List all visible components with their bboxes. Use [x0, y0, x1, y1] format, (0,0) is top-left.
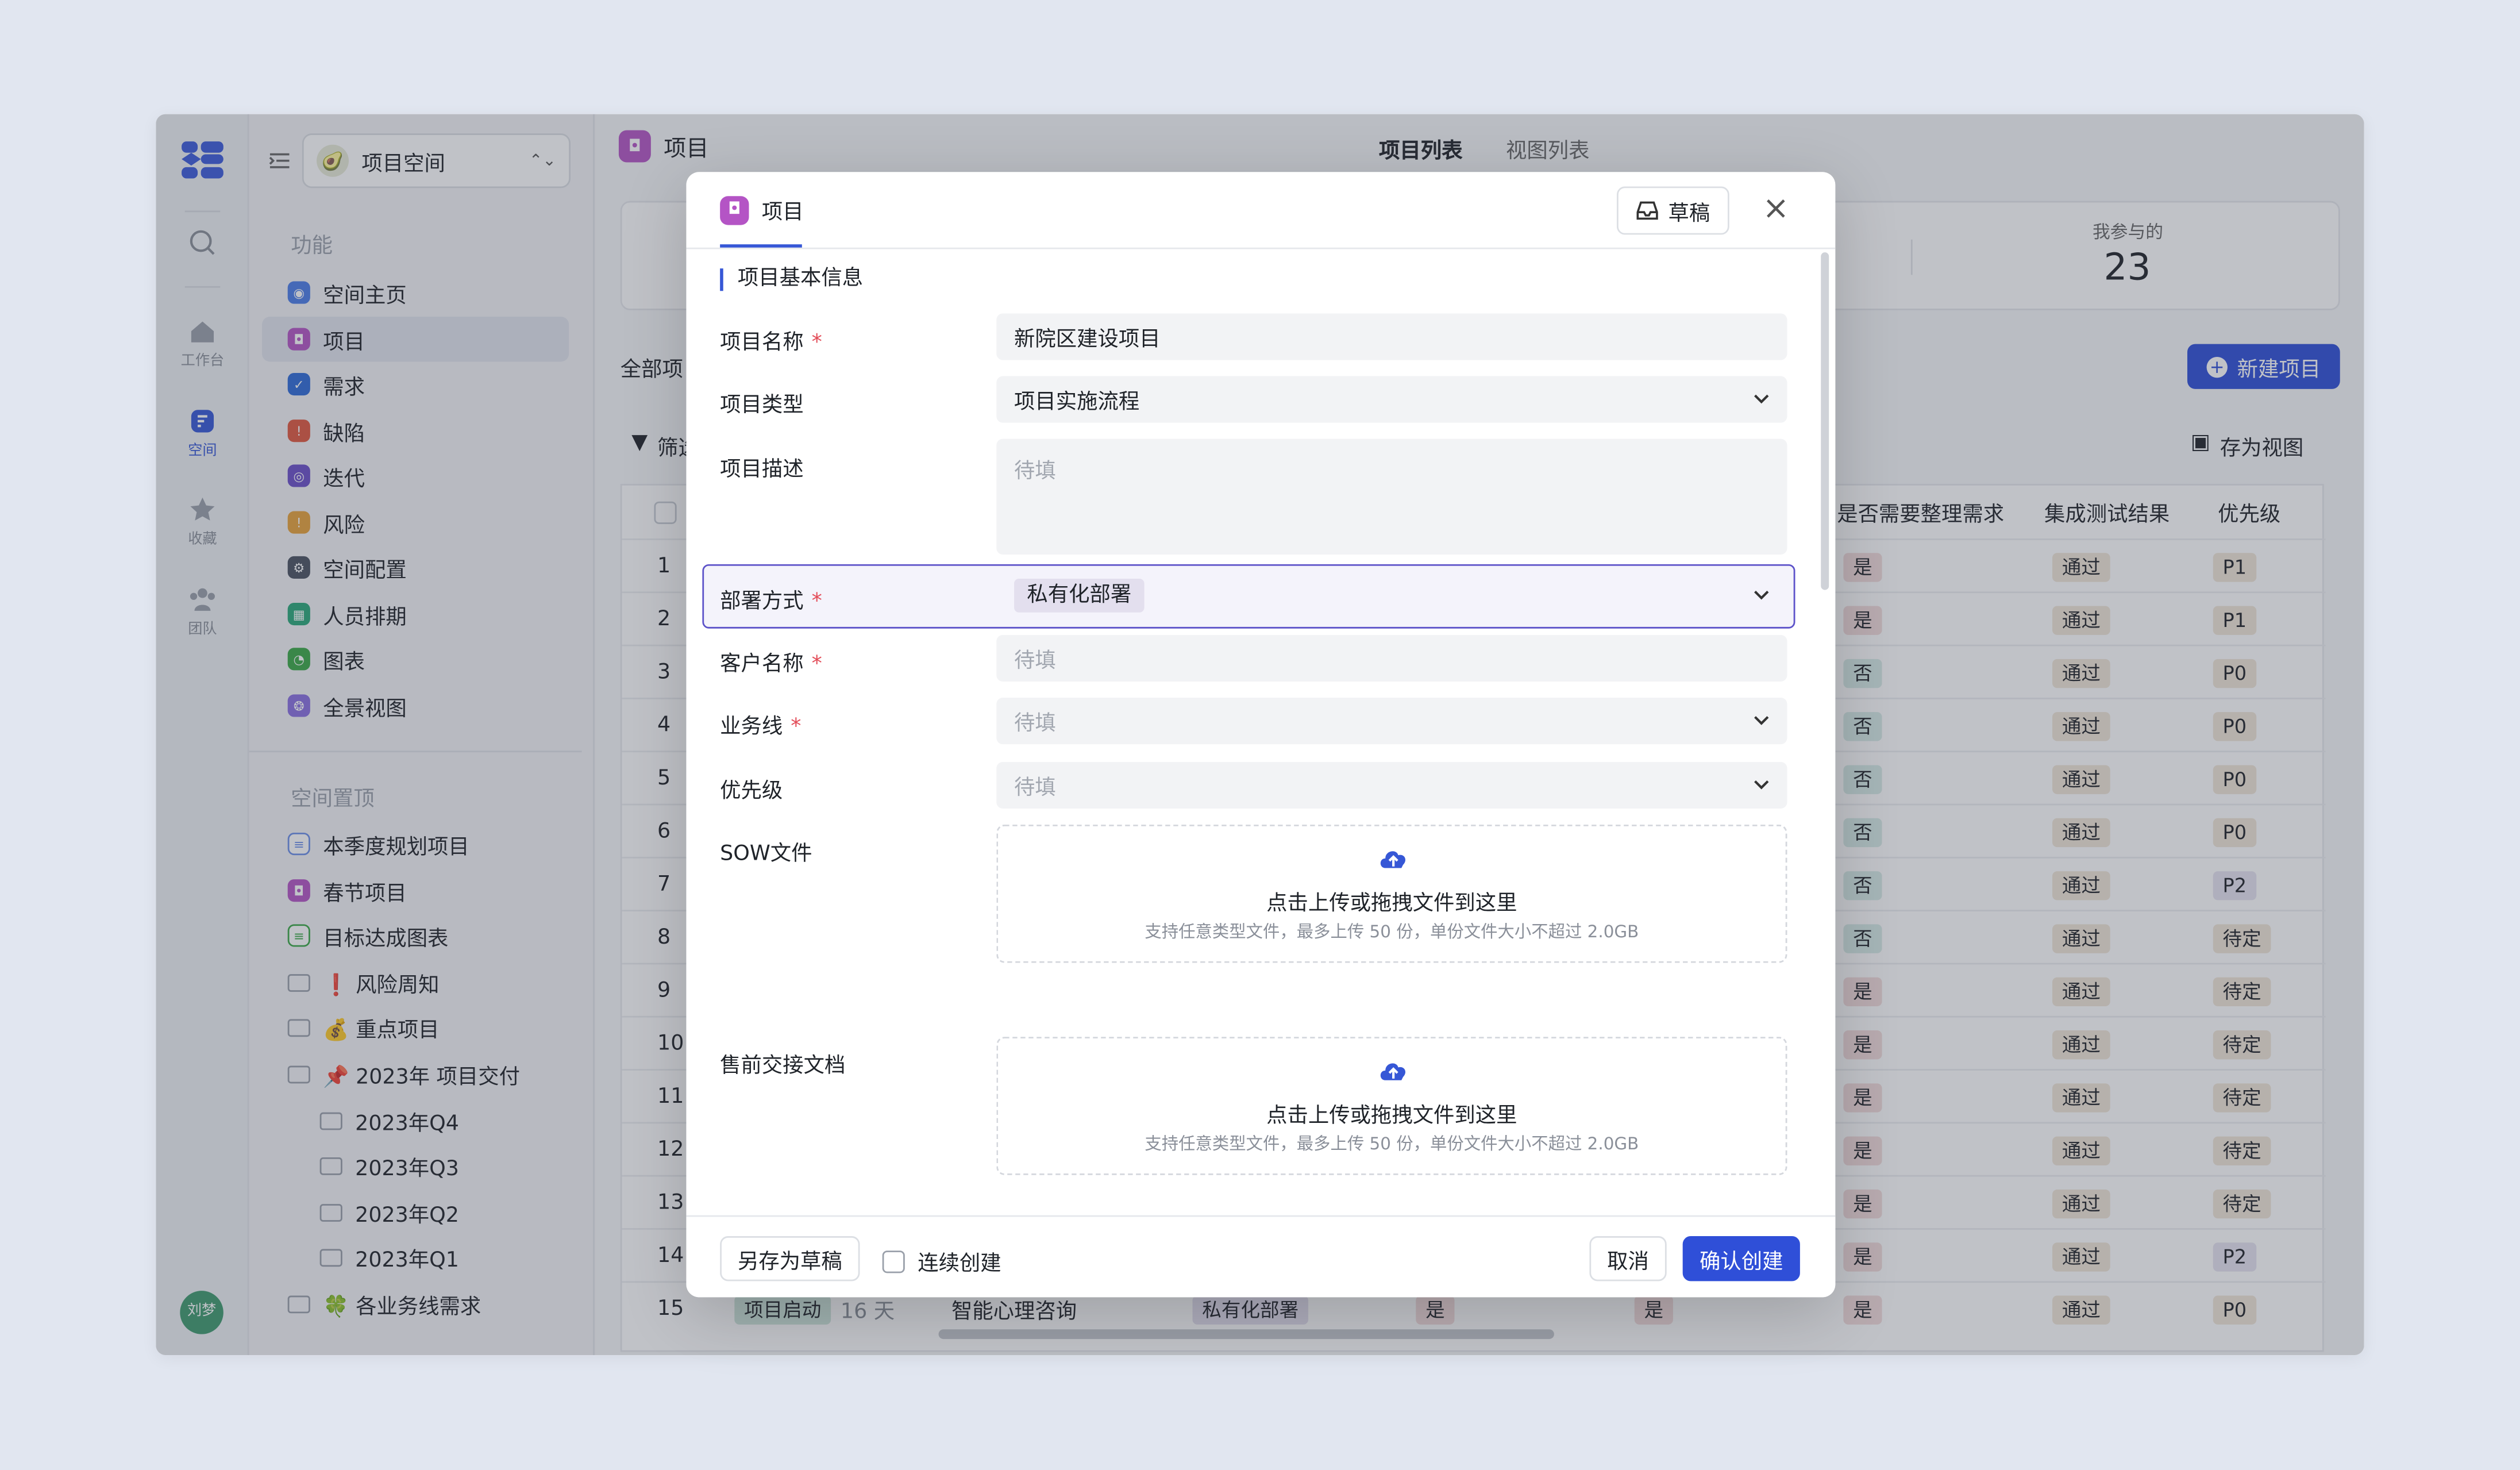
chevron-down-icon [1754, 590, 1769, 600]
field-label-deploy: 部署方式 * [720, 590, 822, 614]
deploy-method-select[interactable]: 私有化部署 [996, 572, 1787, 619]
dialog-header: ◘ 项目 草稿 × [686, 172, 1836, 249]
project-name-input[interactable]: 新院区建设项目 [996, 313, 1787, 360]
upload-hint: 支持任意类型文件，最多上传 50 份，单份文件大小不超过 2.0GB [1145, 1134, 1639, 1155]
confirm-create-button[interactable]: 确认创建 [1682, 1236, 1800, 1282]
chevron-down-icon [1754, 780, 1769, 790]
select-placeholder: 待填 [1014, 776, 1056, 801]
chevron-down-icon [1754, 394, 1769, 404]
project-type-select[interactable]: 项目实施流程 [996, 376, 1787, 423]
cloud-upload-icon [1380, 851, 1405, 868]
checkbox-box [882, 1249, 905, 1272]
save-as-draft-button[interactable]: 另存为草稿 [720, 1236, 860, 1282]
chevron-down-icon [1754, 716, 1769, 725]
field-label-business-line: 业务线 * [720, 715, 802, 740]
presale-upload-dropzone[interactable]: 点击上传或拖拽文件到这里 支持任意类型文件，最多上传 50 份，单份文件大小不超… [996, 1037, 1787, 1175]
dialog-tab-label: 项目 [761, 201, 804, 225]
field-label-name: 项目名称 * [720, 331, 822, 356]
field-label-presale: 售前交接文档 [720, 1054, 846, 1079]
sow-upload-dropzone[interactable]: 点击上传或拖拽文件到这里 支持任意类型文件，最多上传 50 份，单份文件大小不超… [996, 824, 1787, 963]
field-label-description: 项目描述 [720, 458, 804, 483]
field-label-priority: 优先级 [720, 779, 783, 804]
field-label-customer: 客户名称 * [720, 652, 822, 677]
upload-title: 点击上传或拖拽文件到这里 [1266, 1104, 1517, 1129]
project-icon: ◘ [720, 195, 749, 225]
close-icon[interactable]: × [1760, 191, 1792, 224]
drafts-label: 草稿 [1668, 202, 1710, 226]
inbox-icon [1636, 201, 1658, 220]
priority-select[interactable]: 待填 [996, 761, 1787, 809]
field-label-sow: SOW文件 [720, 842, 812, 867]
selected-tag: 私有化部署 [1014, 578, 1145, 613]
select-value: 项目实施流程 [1014, 390, 1140, 415]
active-tab-indicator [720, 244, 802, 248]
dialog-footer: 另存为草稿 连续创建 取消 确认创建 [686, 1215, 1836, 1298]
dialog-scrollbar[interactable] [1821, 252, 1829, 590]
cancel-button[interactable]: 取消 [1589, 1236, 1667, 1282]
drafts-button[interactable]: 草稿 [1616, 186, 1729, 235]
continuous-create-checkbox[interactable]: 连续创建 [882, 1246, 1001, 1276]
section-title: 项目基本信息 [720, 268, 863, 291]
upload-hint: 支持任意类型文件，最多上传 50 份，单份文件大小不超过 2.0GB [1145, 922, 1639, 942]
field-label-type: 项目类型 [720, 394, 804, 418]
dialog-tab-project[interactable]: ◘ 项目 [720, 194, 804, 225]
customer-name-input[interactable]: 待填 [996, 634, 1787, 682]
upload-title: 点击上传或拖拽文件到这里 [1266, 892, 1517, 917]
project-description-textarea[interactable]: 待填 [996, 438, 1787, 555]
business-line-select[interactable]: 待填 [996, 697, 1787, 745]
create-project-dialog: ◘ 项目 草稿 × 项目基本信息 项目名称 * 新院区建设项目 项目类型 项目实施… [686, 172, 1836, 1298]
select-placeholder: 待填 [1014, 712, 1056, 737]
cloud-upload-icon [1380, 1063, 1405, 1080]
checkbox-label: 连续创建 [918, 1252, 1001, 1276]
